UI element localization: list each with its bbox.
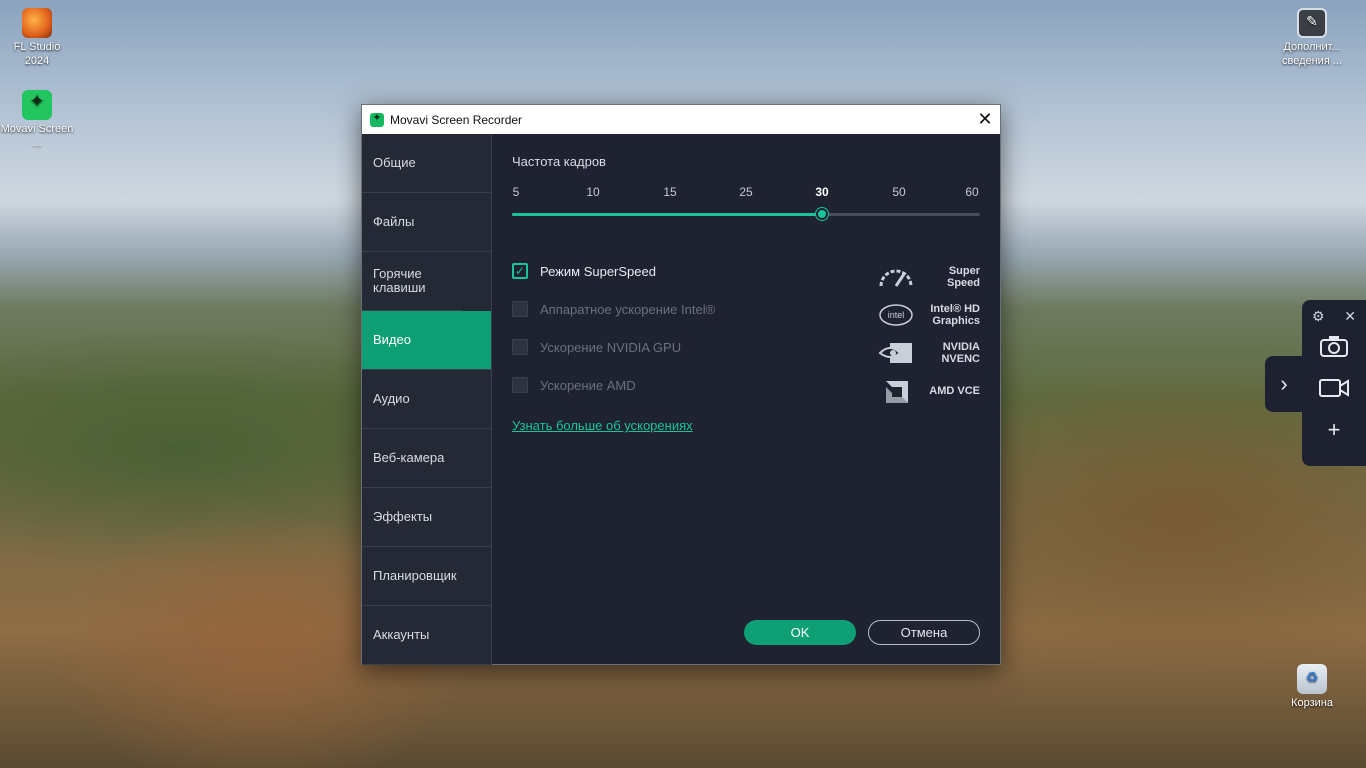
add-button[interactable]: + [1302, 409, 1366, 451]
fps-title: Частота кадров [512, 154, 606, 169]
video-settings-panel: Частота кадров 5 10 15 25 30 50 60 ✓ Реж… [492, 134, 1000, 665]
screenshot-button[interactable] [1302, 325, 1366, 367]
video-camera-icon [1319, 379, 1349, 397]
movavi-app-icon [370, 111, 384, 127]
sidebar-item-audio[interactable]: Аудио [362, 370, 491, 429]
checkbox-nvidia [512, 339, 528, 355]
plus-icon: + [1327, 417, 1341, 442]
logo-label: AMD VCE [929, 385, 980, 397]
svg-text:intel: intel [888, 310, 905, 320]
fps-tick-labels: 5 10 15 25 30 50 60 [512, 185, 980, 201]
settings-sidebar: Общие Файлы Горячие клавиши Видео Аудио … [362, 134, 492, 665]
logo-label: NVIDIA NVENC [941, 341, 980, 365]
fl-studio-icon [22, 8, 52, 38]
fps-tick[interactable]: 25 [739, 185, 752, 199]
sidebar-item-effects[interactable]: Эффекты [362, 488, 491, 547]
desktop-icon-info[interactable]: Дополнит... сведения ... [1275, 8, 1349, 68]
vendor-logos: Super Speed intel Intel® HD Graphics NVI… [878, 258, 980, 410]
logo-label: Super Speed [946, 265, 980, 289]
fps-tick[interactable]: 60 [965, 185, 978, 199]
checkbox-amd [512, 377, 528, 393]
option-superspeed[interactable]: ✓ Режим SuperSpeed [512, 252, 715, 290]
fps-slider[interactable] [512, 207, 980, 221]
desktop-icon-label: Movavi Screen ... [0, 123, 74, 149]
settings-window: Movavi Screen Recorder ✕ Общие Файлы Гор… [361, 104, 1001, 665]
logo-superspeed: Super Speed [878, 258, 980, 296]
close-button[interactable]: ✕ [970, 105, 1000, 134]
recycle-bin-icon [1297, 664, 1327, 694]
sidebar-item-hotkeys[interactable]: Горячие клавиши [362, 252, 462, 311]
close-icon[interactable]: ✕ [1344, 308, 1356, 325]
fps-tick[interactable]: 50 [892, 185, 905, 199]
fps-tick[interactable]: 5 [513, 185, 520, 199]
checkbox-intel [512, 301, 528, 317]
desktop-icon-label: Дополнит... сведения ... [1281, 41, 1343, 67]
acceleration-options: ✓ Режим SuperSpeed Аппаратное ускорение … [512, 252, 715, 404]
nvidia-icon [878, 340, 914, 366]
chevron-right-icon: › [1280, 371, 1288, 396]
option-amd: Ускорение AMD [512, 366, 715, 404]
learn-more-link[interactable]: Узнать больше об ускорениях [512, 418, 693, 433]
option-label: Ускорение NVIDIA GPU [540, 339, 682, 355]
option-label: Режим SuperSpeed [540, 263, 656, 279]
expand-widget-button[interactable]: › [1265, 356, 1303, 412]
fps-slider-handle[interactable] [816, 208, 828, 220]
desktop-icon-label: FL Studio 2024 [13, 41, 61, 67]
desktop-icon-label: Корзина [1291, 697, 1333, 709]
option-intel: Аппаратное ускорение Intel® [512, 290, 715, 328]
recorder-widget: ⚙ ✕ + [1302, 300, 1366, 466]
cancel-button[interactable]: Отмена [868, 620, 980, 645]
window-title: Movavi Screen Recorder [390, 112, 523, 127]
intel-icon: intel [878, 302, 914, 328]
fps-tick[interactable]: 10 [586, 185, 599, 199]
option-nvidia: Ускорение NVIDIA GPU [512, 328, 715, 366]
desktop-icon-recycle-bin[interactable]: Корзина [1275, 664, 1349, 710]
sidebar-item-files[interactable]: Файлы [362, 193, 491, 252]
camera-icon [1320, 336, 1348, 357]
fps-tick[interactable]: 15 [663, 185, 676, 199]
logo-nvidia: NVIDIA NVENC [878, 334, 980, 372]
fps-slider-fill [512, 213, 822, 216]
title-bar: Movavi Screen Recorder ✕ [362, 105, 1000, 134]
info-icon [1297, 8, 1327, 38]
speedometer-icon [878, 264, 914, 290]
logo-label: Intel® HD Graphics [930, 303, 980, 327]
sidebar-item-general[interactable]: Общие [362, 134, 491, 193]
option-label: Аппаратное ускорение Intel® [540, 301, 716, 317]
checkbox-superspeed[interactable]: ✓ [512, 263, 528, 279]
gear-icon[interactable]: ⚙ [1312, 308, 1325, 325]
record-video-button[interactable] [1302, 367, 1366, 409]
desktop-icon-movavi[interactable]: Movavi Screen ... [0, 90, 74, 150]
movavi-icon [22, 90, 52, 120]
logo-amd: AMD VCE [878, 372, 980, 410]
sidebar-item-video[interactable]: Видео [362, 311, 491, 370]
ok-button[interactable]: OK [744, 620, 856, 645]
sidebar-item-accounts[interactable]: Аккаунты [362, 606, 491, 665]
logo-intel: intel Intel® HD Graphics [878, 296, 980, 334]
sidebar-item-webcam[interactable]: Веб-камера [362, 429, 491, 488]
sidebar-item-scheduler[interactable]: Планировщик [362, 547, 491, 606]
option-label: Ускорение AMD [540, 377, 636, 393]
amd-icon [878, 378, 914, 404]
desktop-icon-fl-studio[interactable]: FL Studio 2024 [0, 8, 74, 68]
fps-tick-selected[interactable]: 30 [815, 185, 828, 199]
